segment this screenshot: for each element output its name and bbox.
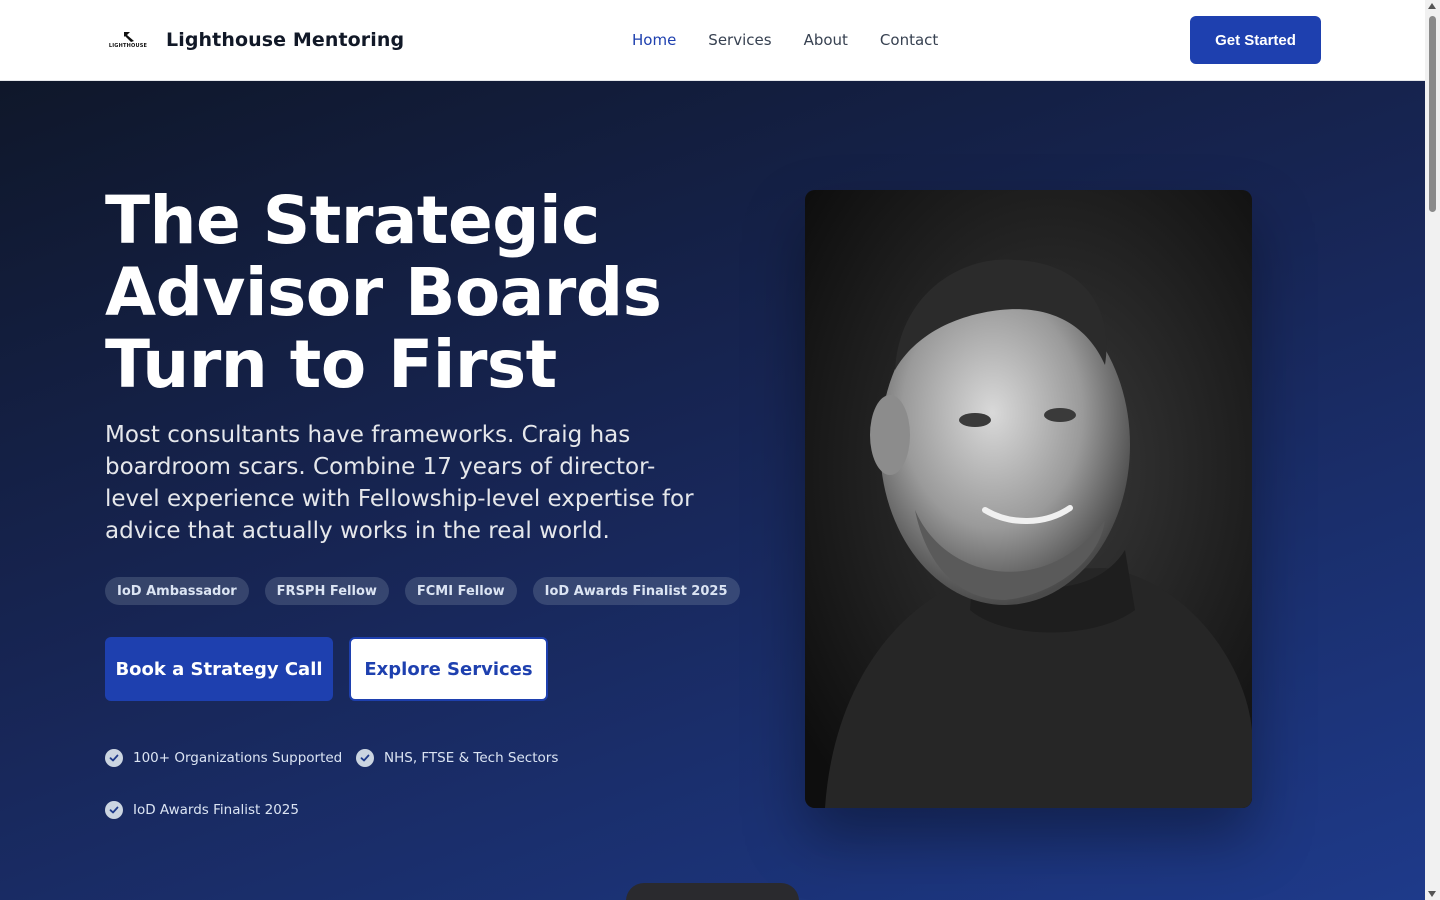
stat-item: NHS, FTSE & Tech Sectors (356, 749, 558, 767)
badge-frsph-fellow: FRSPH Fellow (264, 577, 389, 605)
check-circle-icon (356, 749, 374, 767)
hero-section: The Strategic Advisor Boards Turn to Fir… (0, 81, 1425, 900)
vertical-scrollbar[interactable] (1425, 0, 1440, 900)
logo-text: LIGHTHOUSE (108, 42, 148, 49)
brand[interactable]: LIGHTHOUSE Lighthouse Mentoring (108, 26, 404, 54)
scroll-up-arrow-icon[interactable] (1428, 3, 1436, 9)
hero-subtext: Most consultants have frameworks. Craig … (105, 422, 694, 544)
badge-iod-ambassador: IoD Ambassador (105, 577, 249, 605)
main-nav: Home Services About Contact (632, 31, 938, 49)
book-strategy-call-button[interactable]: Book a Strategy Call (105, 637, 333, 701)
nav-item-home[interactable]: Home (632, 31, 676, 49)
nav-item-about[interactable]: About (804, 31, 848, 49)
stat-item: IoD Awards Finalist 2025 (105, 801, 299, 819)
get-started-button[interactable]: Get Started (1190, 16, 1321, 64)
stat-item: 100+ Organizations Supported (105, 749, 342, 767)
page: LIGHTHOUSE Lighthouse Mentoring Home Ser… (0, 0, 1425, 900)
site-header: LIGHTHOUSE Lighthouse Mentoring Home Ser… (0, 0, 1425, 81)
floating-toolbar[interactable] (626, 883, 799, 900)
scroll-thumb[interactable] (1429, 16, 1436, 212)
brand-name: Lighthouse Mentoring (166, 29, 405, 51)
headline-line: Turn to First (105, 326, 557, 403)
stat-label: 100+ Organizations Supported (133, 750, 343, 766)
scroll-down-arrow-icon[interactable] (1428, 891, 1436, 897)
lighthouse-logo-icon: LIGHTHOUSE (108, 26, 148, 54)
check-circle-icon (105, 749, 123, 767)
nav-item-contact[interactable]: Contact (880, 31, 938, 49)
portrait-photo (805, 190, 1252, 808)
headline-line: The Strategic (105, 182, 600, 259)
badge-iod-awards: IoD Awards Finalist 2025 (532, 577, 740, 605)
stat-label: NHS, FTSE & Tech Sectors (384, 750, 559, 766)
stat-label: IoD Awards Finalist 2025 (133, 802, 299, 818)
explore-services-button[interactable]: Explore Services (349, 637, 548, 701)
check-circle-icon (105, 801, 123, 819)
hero-headline: The Strategic Advisor Boards Turn to Fir… (105, 185, 725, 401)
badge-fcmi-fellow: FCMI Fellow (404, 577, 517, 605)
credential-badges: IoD Ambassador FRSPH Fellow FCMI Fellow … (105, 577, 740, 605)
headline-line: Advisor Boards (105, 254, 662, 331)
nav-item-services[interactable]: Services (708, 31, 771, 49)
